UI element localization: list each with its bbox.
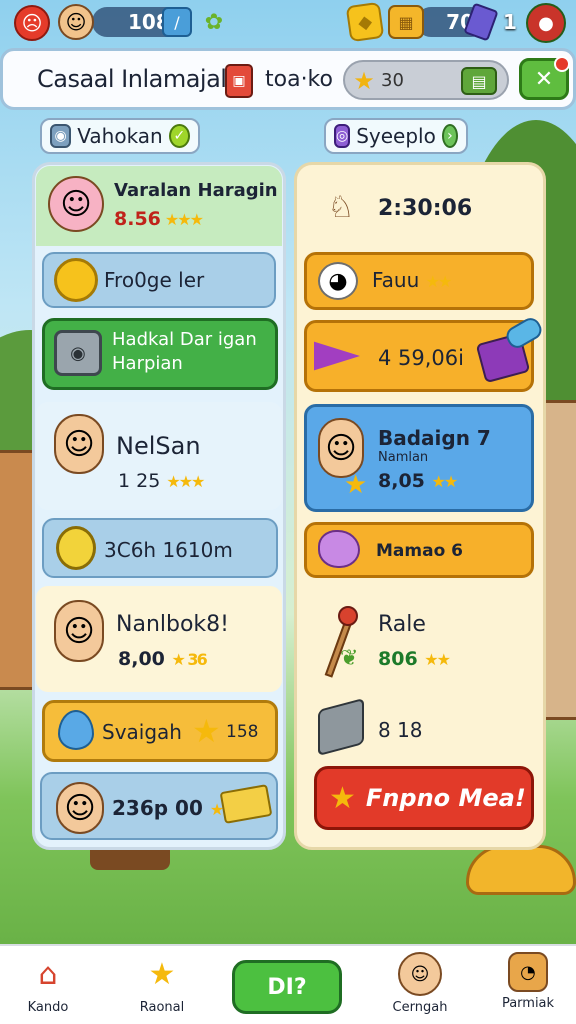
top-timer-value: 2:30:06 — [378, 196, 473, 221]
search-input[interactable]: ★ 30 ▤ — [343, 60, 509, 100]
section-header-left[interactable]: ◉ Vahokan ✓ — [40, 118, 200, 154]
nav-cerngah[interactable]: ☺ Cerngah — [372, 952, 468, 1024]
blob-icon — [318, 530, 360, 568]
top-status-bar: ☹ 1080 ☺ / ✿ 70 ◆ ▦ 1 ● — [0, 0, 576, 44]
boy-avatar-icon: ☺ — [54, 600, 104, 662]
item-818-value: 8 18 — [378, 718, 423, 742]
hadkal-label: Hadkal Dar igan Harpian — [112, 328, 257, 376]
bottom-left-label: 236p 00 ★ — [112, 796, 224, 820]
nelsan-score-value: 1 25 — [118, 470, 161, 492]
nav-pet[interactable]: ◔ Parmiak — [480, 952, 576, 1024]
svaigah-number: 158 — [226, 722, 259, 742]
nav-favorites[interactable]: ★ Raonal — [114, 952, 210, 1024]
game-card-icon[interactable]: ▣ — [225, 64, 253, 98]
nelsan-name: NelSan — [116, 432, 201, 460]
badaign-score: 8,05 ★★ — [378, 470, 459, 492]
profile-stars: ★★★ — [164, 210, 204, 229]
chest-icon[interactable]: ▦ — [388, 5, 424, 39]
leaf-icon: ❦ — [340, 646, 359, 671]
star-icon: ★ — [192, 712, 221, 750]
fauu-text: Fauu — [372, 268, 420, 292]
purple-badge-icon: ◎ — [334, 124, 351, 148]
nelsan-score: 1 25 ★★★ — [118, 470, 205, 492]
grandma-avatar-icon: ☺ — [56, 782, 104, 834]
promo-button[interactable]: ★ Fnpno Mea! — [314, 766, 534, 830]
rale-score-value: 806 — [378, 648, 418, 670]
profile-score-value: 8.56 — [114, 208, 161, 230]
bottom-left-stars: ★ — [209, 800, 224, 819]
avatar-icon[interactable]: ☺ — [58, 4, 94, 40]
star-icon: ★ — [353, 67, 375, 95]
mamao-label: Mamao 6 — [376, 541, 464, 561]
timer-label: 3C6h 1610m — [104, 538, 233, 562]
hadkal-line1: Hadkal Dar igan — [112, 329, 257, 350]
nav-home-label: Kando — [27, 1000, 69, 1015]
heart-icon — [58, 710, 94, 750]
bomb-icon[interactable]: ● — [526, 3, 566, 43]
pet-icon: ◔ — [508, 952, 548, 992]
rale-stars: ★★ — [424, 650, 451, 669]
title-suffix: toa·ko — [265, 67, 333, 92]
boy-avatar-icon: ☺ — [318, 418, 364, 478]
monster-icon[interactable]: ✿ — [198, 6, 230, 38]
badaign-name: Badaign 7 — [378, 426, 491, 450]
slash-icon[interactable]: / — [162, 7, 192, 37]
rale-score: 806 ★★ — [378, 648, 451, 670]
star-badge-icon: ★ — [344, 470, 368, 500]
face-icon: ☺ — [398, 952, 442, 996]
badaign-stars: ★★ — [431, 472, 459, 491]
arrow-right-icon: › — [441, 124, 458, 148]
nav-home[interactable]: ⌂ Kando — [0, 952, 96, 1024]
nav-center-button[interactable]: DI? — [232, 960, 342, 1014]
svaigah-label: Svaigah — [102, 720, 182, 744]
nanibok-name: Nanlbok8! — [116, 612, 229, 637]
page-title: Casaal Inlamajal — [37, 65, 227, 93]
badaign-score-value: 8,05 — [378, 470, 425, 492]
nanibok-score-value: 8,00 — [118, 648, 165, 670]
star-icon: ★ — [329, 780, 356, 816]
nav-pet-label: Parmiak — [501, 996, 555, 1011]
nav-favorites-label: Raonal — [139, 1000, 185, 1015]
close-button[interactable]: ✕ — [519, 56, 570, 100]
reward-value: 4 59,06i — [378, 346, 464, 370]
fauu-stars: ★★ — [425, 272, 453, 291]
section-right-label: Syeeplo — [356, 124, 436, 148]
nelsan-stars: ★★★ — [166, 472, 205, 491]
girl-avatar-icon: ☺ — [48, 176, 104, 232]
angry-face-icon[interactable]: ☹ — [14, 5, 50, 41]
check-icon: ✓ — [168, 124, 190, 148]
camera-icon: ◉ — [54, 330, 102, 376]
home-icon: ⌂ — [38, 956, 58, 992]
cat-icon: ◕ — [318, 262, 358, 300]
profile-score: 8.56 ★★★ — [114, 208, 204, 230]
nanibok-score: 8,00 ★ 36 — [118, 648, 208, 670]
mushroom — [466, 845, 576, 895]
star-icon: ★ — [148, 956, 176, 992]
froggler-label: Fro0ge ler — [104, 268, 205, 292]
nav-cerngah-label: Cerngah — [392, 1000, 448, 1015]
hadkal-line2: Harpian — [112, 353, 183, 374]
notification-dot — [554, 56, 570, 72]
promo-label: Fnpno Mea! — [365, 784, 526, 812]
nanibok-stars: ★ 36 — [171, 650, 208, 669]
squirrel-icon: ♘ — [327, 189, 355, 225]
boy-avatar-icon: ☺ — [54, 414, 104, 474]
map-icon[interactable]: ▤ — [461, 67, 497, 95]
badaign-subtitle: Namlan — [378, 450, 429, 465]
rale-name: Rale — [378, 612, 426, 637]
coin-icon — [54, 258, 98, 302]
gold-bar-icon[interactable]: ◆ — [345, 1, 385, 43]
gem-secondary-count: 1 — [503, 10, 517, 34]
section-header-right[interactable]: ◎ Syeeplo › — [324, 118, 468, 154]
section-left-label: Vahokan — [77, 124, 163, 148]
title-bar: Casaal Inlamajal ▣ toa·ko ★ 30 ▤ ✕ — [0, 48, 576, 110]
profile-name: Varalan Haragin — [114, 180, 278, 201]
bottom-left-value: 236p 00 — [112, 796, 203, 820]
search-value: 30 — [381, 70, 404, 91]
camera-icon: ◉ — [50, 124, 72, 148]
fauu-label: Fauu ★★ — [372, 268, 453, 292]
shield-icon — [56, 526, 96, 570]
